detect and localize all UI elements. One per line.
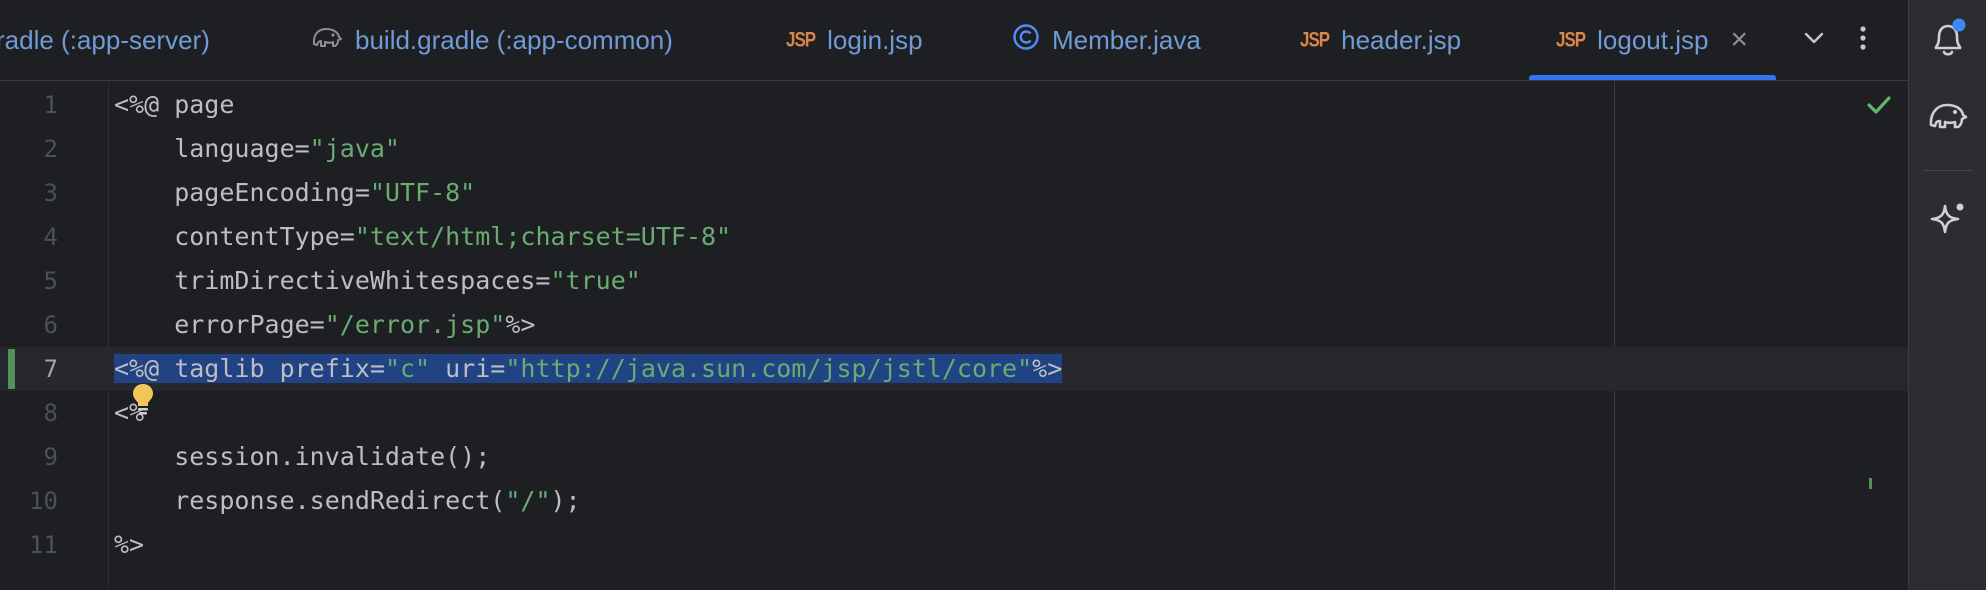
ai-assistant-sparkle-icon xyxy=(1927,198,1969,245)
string-literal: "text/html;charset=UTF-8" xyxy=(354,222,732,251)
code-line[interactable]: 10 response.sendRedirect("/"); xyxy=(0,479,1908,523)
code-line[interactable]: 2 language="java" xyxy=(0,127,1908,171)
editor-tab-bar: radle (:app-server) build.gradle (:app-c… xyxy=(0,0,1908,81)
code-token: <%@ taglib prefix= xyxy=(114,354,385,383)
line-number: 2 xyxy=(43,135,58,163)
line-number: 7 xyxy=(43,355,58,383)
line-number: 4 xyxy=(43,223,58,251)
error-stripe-change-mark[interactable] xyxy=(1869,478,1872,489)
line-number: 5 xyxy=(43,267,58,295)
string-literal: "/error.jsp" xyxy=(324,310,506,339)
line-number: 9 xyxy=(43,443,58,471)
line-code: <%@ page xyxy=(114,83,234,127)
code-token: uri= xyxy=(430,354,506,383)
ai-assistant-button[interactable] xyxy=(1909,198,1986,245)
line-number: 6 xyxy=(43,311,58,339)
line-number: 3 xyxy=(43,179,58,207)
tab-label: Member.java xyxy=(1052,24,1201,55)
jsp-icon: JSP xyxy=(786,27,816,52)
code-line[interactable]: 3 pageEncoding="UTF-8" xyxy=(0,171,1908,215)
string-literal: "java" xyxy=(309,134,400,163)
tab-label: radle (:app-server) xyxy=(0,24,210,55)
chevron-down-icon xyxy=(1802,26,1826,55)
line-code: session.invalidate(); xyxy=(114,435,490,479)
notifications-bell-icon xyxy=(1928,16,1968,65)
code-line[interactable]: 6 errorPage="/error.jsp"%> xyxy=(0,303,1908,347)
tab-header-jsp[interactable]: JSP header.jsp xyxy=(1300,0,1461,80)
tab-label: logout.jsp xyxy=(1597,24,1709,55)
code-token: %> xyxy=(114,530,145,559)
line-number: 10 xyxy=(29,487,58,515)
gradle-tool-window-button[interactable] xyxy=(1909,98,1986,137)
tab-login-jsp[interactable]: JSP login.jsp xyxy=(786,0,923,80)
notifications-button[interactable] xyxy=(1909,16,1986,65)
gradle-elephant-icon xyxy=(1927,98,1969,137)
code-line[interactable]: 7 <%@ taglib prefix="c" uri="http://java.… xyxy=(0,347,1908,391)
ide-window: radle (:app-server) build.gradle (:app-c… xyxy=(0,0,1986,590)
jsp-icon: JSP xyxy=(1556,27,1586,52)
code-line[interactable]: 11 %> xyxy=(0,523,1908,567)
more-vertical-icon xyxy=(1857,24,1869,57)
tab-build-gradle-app-server[interactable]: radle (:app-server) xyxy=(0,0,210,80)
code-editor[interactable]: 1 <%@ page 2 language="java" 3 pageEncoding… xyxy=(0,81,1908,590)
tab-label: header.jsp xyxy=(1341,24,1462,55)
code-line[interactable]: 1 <%@ page xyxy=(0,83,1908,127)
tab-build-gradle-app-common[interactable]: build.gradle (:app-common) xyxy=(311,0,673,80)
line-number: 11 xyxy=(29,531,58,559)
line-code: language="java" xyxy=(114,127,400,171)
gradle-elephant-icon xyxy=(311,24,343,57)
code-token: trimDirectiveWhitespaces= xyxy=(114,266,551,295)
string-literal: "/" xyxy=(505,486,551,515)
right-tool-window-strip xyxy=(1908,0,1986,590)
code-token: errorPage= xyxy=(114,310,325,339)
code-line[interactable]: 4 contentType="text/html;charset=UTF-8" xyxy=(0,215,1908,259)
line-code: <%@ taglib prefix="c" uri="http://java.s… xyxy=(114,347,1063,391)
code-token: %> xyxy=(1032,354,1063,383)
line-code: %> xyxy=(114,523,144,567)
line-number: 8 xyxy=(43,399,58,427)
code-token: pageEncoding= xyxy=(114,178,370,207)
code-token: ); xyxy=(550,486,581,515)
code-token: %> xyxy=(505,310,536,339)
code-token: session.invalidate(); xyxy=(114,442,491,471)
string-literal: "http://java.sun.com/jsp/jstl/core" xyxy=(505,354,1033,383)
code-line[interactable]: 5 trimDirectiveWhitespaces="true" xyxy=(0,259,1908,303)
code-line[interactable]: 9 session.invalidate(); xyxy=(0,435,1908,479)
line-number: 1 xyxy=(43,91,58,119)
code-token: contentType= xyxy=(114,222,355,251)
code-token: <%@ page xyxy=(114,90,235,119)
close-icon[interactable]: × xyxy=(1730,25,1748,55)
lightbulb-intention-icon[interactable] xyxy=(128,381,158,422)
line-code: trimDirectiveWhitespaces="true" xyxy=(114,259,641,303)
string-literal: "UTF-8" xyxy=(369,178,476,207)
code-token: language= xyxy=(114,134,310,163)
code-token: response.sendRedirect( xyxy=(114,486,506,515)
line-code: contentType="text/html;charset=UTF-8" xyxy=(114,215,731,259)
java-class-icon xyxy=(1012,23,1040,58)
tab-logout-jsp[interactable]: JSP logout.jsp × xyxy=(1556,0,1748,80)
line-code: errorPage="/error.jsp"%> xyxy=(114,303,535,347)
tab-list-dropdown-button[interactable] xyxy=(1802,0,1826,80)
tab-more-button[interactable] xyxy=(1857,0,1869,80)
tab-label: login.jsp xyxy=(827,24,923,55)
string-literal: "true" xyxy=(550,266,641,295)
tab-member-java[interactable]: Member.java xyxy=(1012,0,1201,80)
line-code: pageEncoding="UTF-8" xyxy=(114,171,475,215)
ok-check-icon[interactable] xyxy=(1866,94,1892,121)
code-line[interactable]: 8 <% xyxy=(0,391,1908,435)
line-code: response.sendRedirect("/"); xyxy=(114,479,581,523)
text-selection: <%@ taglib prefix="c" uri="http://java.s… xyxy=(114,354,1063,383)
string-literal: "c" xyxy=(384,354,431,383)
jsp-icon: JSP xyxy=(1300,27,1330,52)
tab-label: build.gradle (:app-common) xyxy=(355,24,673,55)
strip-divider xyxy=(1923,170,1973,171)
